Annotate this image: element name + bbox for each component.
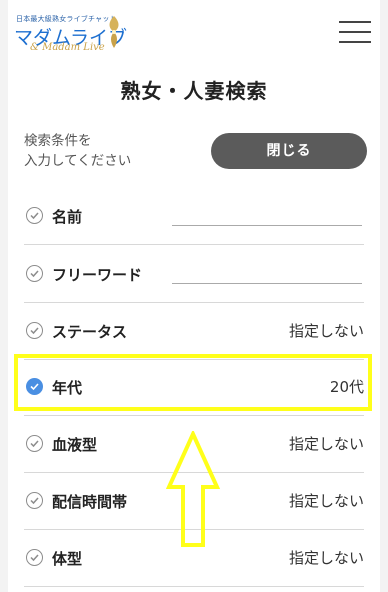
logo-ornament-icon [109,16,119,48]
page-title: 熟女・人妻検索 [120,79,268,103]
filter-label: 体型 [52,550,83,568]
up-arrow-icon [166,431,220,547]
close-button[interactable]: 閉じる [211,133,367,169]
search-hint: 検索条件を 入力してください [24,131,174,171]
filter-label: フリーワード [52,266,143,284]
freeword-input[interactable] [172,267,362,284]
filter-row-freeword[interactable]: フリーワード [24,245,364,303]
filter-value[interactable]: 指定しない [289,490,364,511]
site-logo[interactable]: 日本最大級熟女ライブチャット マダムライブ & Madam Live [14,12,127,53]
filter-value[interactable]: 指定しない [289,547,364,568]
filter-label: 血液型 [52,436,98,454]
filter-label: ステータス [52,323,128,341]
filter-value[interactable]: 指定しない [289,433,364,454]
search-hint-line1: 検索条件を [24,133,92,149]
hamburger-icon[interactable] [339,21,371,45]
highlight-box [14,354,372,411]
name-input[interactable] [172,209,362,226]
check-circle-icon[interactable] [26,265,43,282]
check-circle-icon[interactable] [26,322,43,339]
filter-label: 配信時間帯 [52,493,128,511]
filter-row-name[interactable]: 名前 [24,187,364,245]
filter-label: 名前 [52,208,83,226]
logo-subtitle: & Madam Live [30,42,105,53]
check-circle-icon[interactable] [26,207,43,224]
check-circle-icon[interactable] [26,492,43,509]
filter-row-status[interactable]: ステータス 指定しない [24,302,364,360]
filter-value[interactable]: 指定しない [289,320,364,341]
check-circle-icon[interactable] [26,549,43,566]
search-hint-line2: 入力してください [24,153,132,169]
check-circle-icon[interactable] [26,435,43,452]
